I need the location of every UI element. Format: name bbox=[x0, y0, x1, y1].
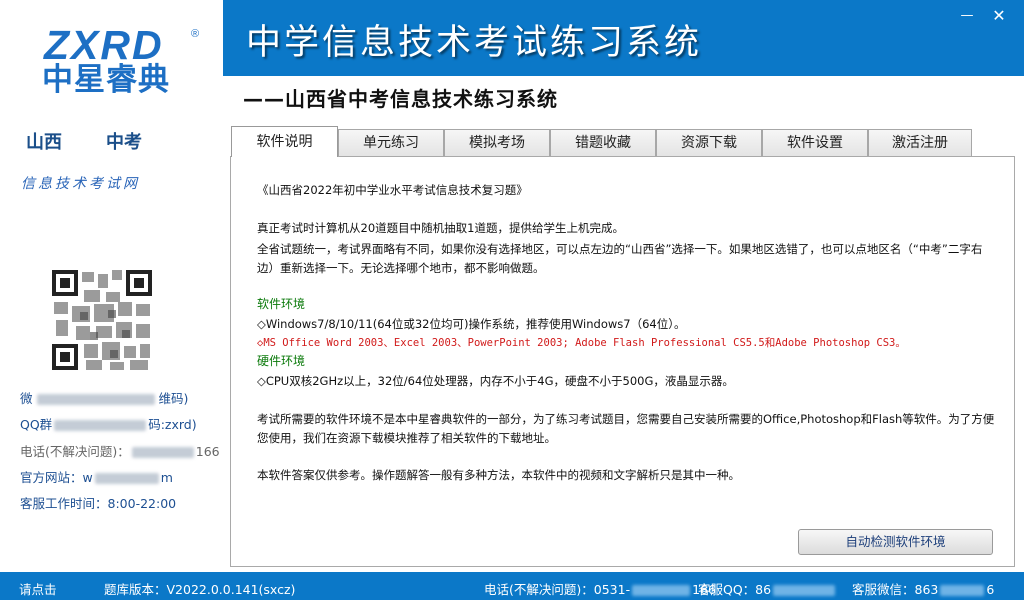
contact-qq-group: QQ群 码:zxrd) bbox=[20, 414, 197, 433]
tab-software-settings[interactable]: 软件设置 bbox=[762, 129, 868, 157]
status-version: 题库版本：V2022.0.0.141(sxcz) bbox=[104, 582, 296, 597]
region-province-link[interactable]: 山西 bbox=[26, 128, 62, 154]
qr-code-icon bbox=[50, 268, 154, 372]
registered-mark: ® bbox=[191, 28, 200, 40]
logo-brand-en: ZXRD bbox=[44, 22, 164, 68]
status-wechat-suffix: 6 bbox=[986, 582, 995, 597]
tab-resource-download[interactable]: 资源下载 bbox=[656, 129, 762, 157]
content-paragraph-2: 全省试题统一，考试界面略有不同，如果你没有选择地区，可以点左边的“山西省”选择一… bbox=[257, 242, 983, 275]
content-paragraph-1: 真正考试时计算机从20道题目中随机抽取1道题，提供给学生上机完成。 bbox=[257, 221, 624, 235]
content-area: 《山西省2022年初中学业水平考试信息技术复习题》 真正考试时计算机从20道题目… bbox=[230, 156, 1015, 567]
contact-qq-prefix: QQ群 bbox=[20, 417, 53, 432]
hardware-env-title: 硬件环境 bbox=[257, 354, 306, 368]
software-env-title: 软件环境 bbox=[257, 297, 306, 311]
status-wechat-prefix: 客服微信：863 bbox=[852, 582, 939, 597]
status-qq: 客服QQ：86 bbox=[698, 579, 837, 598]
content-paragraph-4: 本软件答案仅供参考。操作题解答一般有多种方法，本软件中的视频和文字解析只是其中一… bbox=[257, 468, 740, 482]
status-click-hint[interactable]: 请点击 bbox=[19, 579, 57, 598]
app-window: — ✕ ZXRD ® 中星睿典 中学信息技术考试练习系统 ——山西省中考信息技术… bbox=[0, 0, 1024, 600]
status-bar: 请点击 题库版本：V2022.0.0.141(sxcz) 电话(不解决问题)：0… bbox=[0, 572, 1024, 600]
status-phone: 电话(不解决问题)：0531- 166 bbox=[484, 579, 716, 598]
contact-qq-suffix: 码:zxrd) bbox=[148, 417, 197, 432]
subtitle-panel: ——山西省中考信息技术练习系统 bbox=[223, 76, 1024, 111]
contact-phone-suffix: 166 bbox=[195, 444, 220, 459]
logo-panel: ZXRD ® 中星睿典 bbox=[0, 0, 223, 110]
logo-brand-cn: 中星睿典 bbox=[42, 62, 170, 98]
site-slogan: 信息技术考试网 bbox=[21, 176, 140, 192]
contact-website[interactable]: 官方网站：w m bbox=[20, 467, 173, 486]
tab-mock-exam[interactable]: 模拟考场 bbox=[444, 129, 550, 157]
sidebar: 山西 中考 信息技术考试网 微 维码) QQ群 码:zxrd) 电话(不解决问题)… bbox=[0, 110, 223, 572]
app-title: 中学信息技术考试练习系统 bbox=[246, 23, 703, 63]
status-phone-prefix: 电话(不解决问题)：0531- bbox=[484, 582, 631, 597]
tab-wrong-questions[interactable]: 错题收藏 bbox=[550, 129, 656, 157]
contact-wechat-prefix: 微 bbox=[20, 391, 33, 406]
tab-activation[interactable]: 激活注册 bbox=[868, 129, 972, 157]
contact-wechat-suffix: 维码) bbox=[158, 391, 189, 406]
minimize-button[interactable]: — bbox=[956, 8, 978, 24]
status-wechat: 客服微信：863 6 bbox=[852, 579, 994, 598]
content-paragraph-3: 考试所需要的软件环境不是本中星睿典软件的一部分，为了练习考试题目，您需要自己安装… bbox=[257, 412, 995, 445]
check-environment-button[interactable]: 自动检测软件环境 bbox=[798, 529, 993, 555]
tab-software-info[interactable]: 软件说明 bbox=[231, 126, 338, 157]
software-env-os: ◇Windows7/8/10/11(64位或32位均可)操作系统，推荐使用Win… bbox=[257, 317, 686, 331]
close-button[interactable]: ✕ bbox=[988, 8, 1010, 24]
status-qq-prefix: 客服QQ：86 bbox=[698, 582, 772, 597]
service-hours: 客服工作时间：8:00-22:00 bbox=[20, 496, 177, 511]
page-subtitle: ——山西省中考信息技术练习系统 bbox=[243, 87, 558, 111]
region-level-link[interactable]: 中考 bbox=[106, 128, 142, 154]
tab-unit-practice[interactable]: 单元练习 bbox=[338, 129, 444, 157]
content-heading: 《山西省2022年初中学业水平考试信息技术复习题》 bbox=[257, 183, 528, 197]
contact-phone: 电话(不解决问题)： 166 bbox=[20, 441, 220, 460]
contact-site-prefix: 官方网站：w bbox=[20, 470, 93, 485]
hardware-env-spec: ◇CPU双核2GHz以上，32位/64位处理器，内存不小于4G，硬盘不小于500… bbox=[257, 374, 734, 388]
contact-phone-prefix: 电话(不解决问题)： bbox=[20, 444, 130, 459]
contact-wechat: 微 维码) bbox=[20, 388, 188, 407]
software-env-apps: ◇MS Office Word 2003、Excel 2003、PowerPoi… bbox=[257, 337, 906, 349]
main-panel: 软件说明 单元练习 模拟考场 错题收藏 资源下载 软件设置 激活注册 《山西省2… bbox=[223, 110, 1024, 572]
tab-bar: 软件说明 单元练习 模拟考场 错题收藏 资源下载 软件设置 激活注册 bbox=[231, 126, 972, 157]
contact-site-suffix: m bbox=[160, 470, 173, 485]
